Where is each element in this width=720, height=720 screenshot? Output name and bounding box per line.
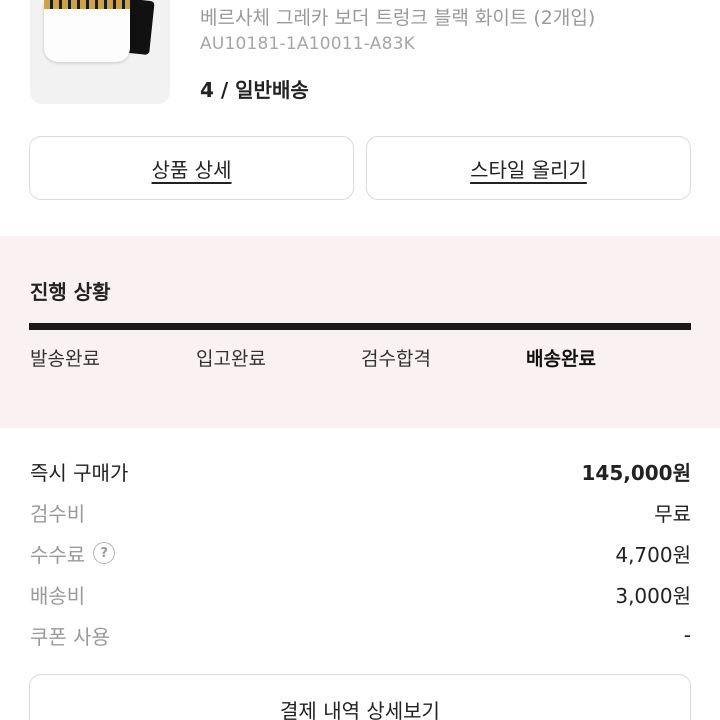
product-name: 베르사체 그레카 보더 트렁크 블랙 화이트 (2개입) — [200, 7, 596, 29]
product-detail-button[interactable]: 상품 상세 — [29, 136, 354, 200]
price-label: 쿠폰 사용 — [30, 624, 110, 649]
price-label: 수수료 — [30, 542, 86, 567]
price-label: 즉시 구매가 — [30, 460, 129, 485]
step-inspection-passed: 검수합격 — [361, 348, 431, 370]
progress-section: 진행 상황 발송완료 입고완료 검수합격 배송완료 — [0, 236, 720, 428]
price-value: 4,700원 — [615, 542, 691, 567]
price-row-buy-now: 즉시 구매가 145,000원 — [30, 456, 691, 486]
price-row-coupon: 쿠폰 사용 - — [30, 620, 691, 650]
step-received: 입고완료 — [196, 348, 266, 370]
product-summary: 베르사체 그레카 보더 트렁크 블랙 화이트 (2개입) AU10181-1A1… — [0, 0, 720, 126]
price-label: 검수비 — [30, 501, 86, 526]
product-image[interactable] — [30, 0, 170, 104]
product-option: 4 / 일반배송 — [200, 78, 309, 102]
progress-title: 진행 상황 — [30, 280, 111, 304]
price-value: 3,000원 — [615, 583, 691, 608]
step-delivered: 배송완료 — [526, 348, 596, 370]
product-code: AU10181-1A10011-A83K — [200, 34, 415, 54]
price-value: 무료 — [654, 501, 691, 526]
price-label: 배송비 — [30, 583, 86, 608]
step-shipped: 발송완료 — [30, 348, 100, 370]
progress-bar — [29, 323, 691, 330]
greca-band-shape — [44, 0, 130, 9]
post-style-button[interactable]: 스타일 올리기 — [366, 136, 691, 200]
price-row-shipping: 배송비 3,000원 — [30, 579, 691, 609]
payment-detail-button[interactable]: 결제 내역 상세보기 — [29, 674, 691, 720]
price-value: - — [683, 623, 691, 647]
white-trunk-shape — [44, 0, 130, 62]
question-circle-icon[interactable]: ? — [93, 542, 116, 564]
price-row-inspection-fee: 검수비 무료 — [30, 497, 691, 527]
price-row-commission: 수수료 ? 4,700원 — [30, 538, 691, 568]
price-value: 145,000원 — [581, 460, 692, 485]
